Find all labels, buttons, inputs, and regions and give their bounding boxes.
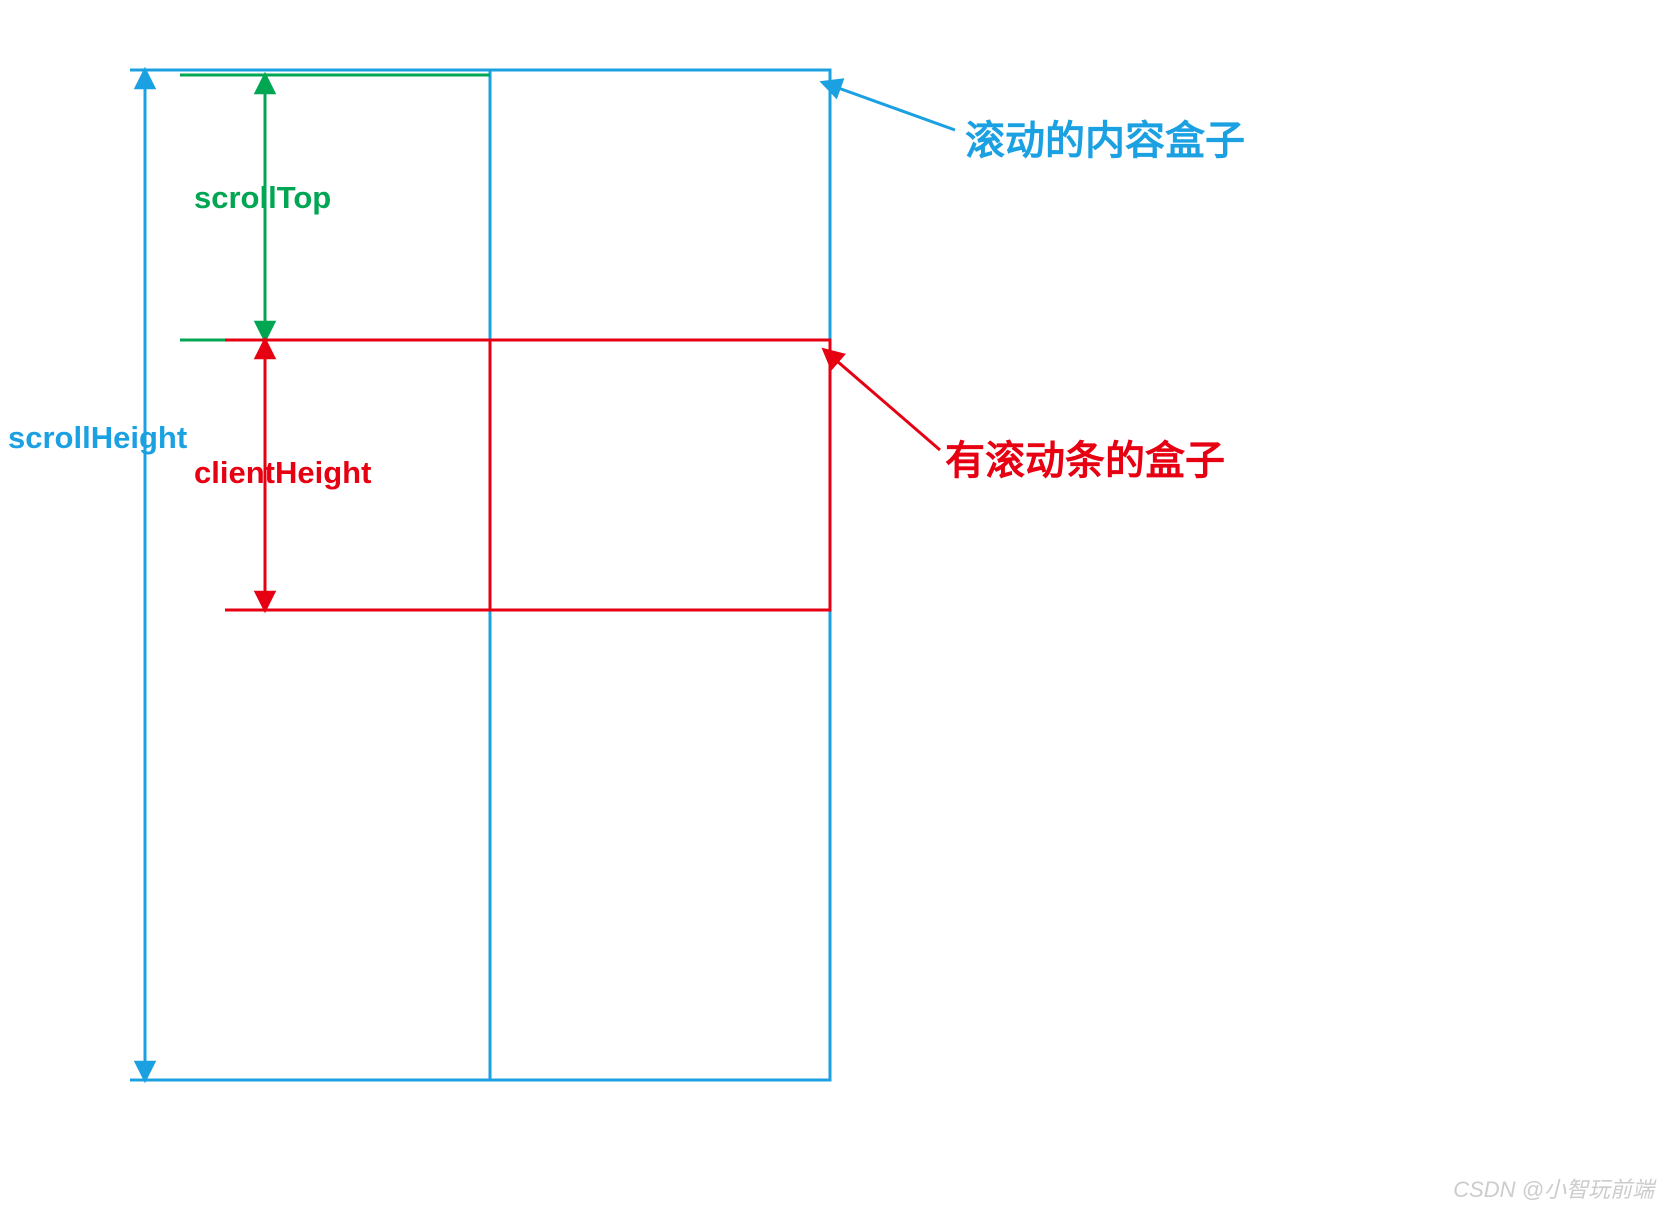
scrollable-box-label: 有滚动条的盒子: [945, 428, 1225, 486]
content-box-leader: [830, 85, 955, 130]
client-height-label: clientHeight: [194, 455, 371, 491]
content-box-label: 滚动的内容盒子: [965, 108, 1245, 166]
scrollable-box-leader: [830, 355, 940, 450]
watermark: CSDN @小智玩前端: [1453, 1172, 1654, 1204]
content-box: [490, 70, 830, 1080]
scroll-top-label: scrollTop: [194, 180, 331, 216]
scroll-height-label: scrollHeight: [8, 420, 187, 456]
scrollable-box: [490, 340, 830, 610]
scroll-height-measure: [130, 70, 490, 1080]
